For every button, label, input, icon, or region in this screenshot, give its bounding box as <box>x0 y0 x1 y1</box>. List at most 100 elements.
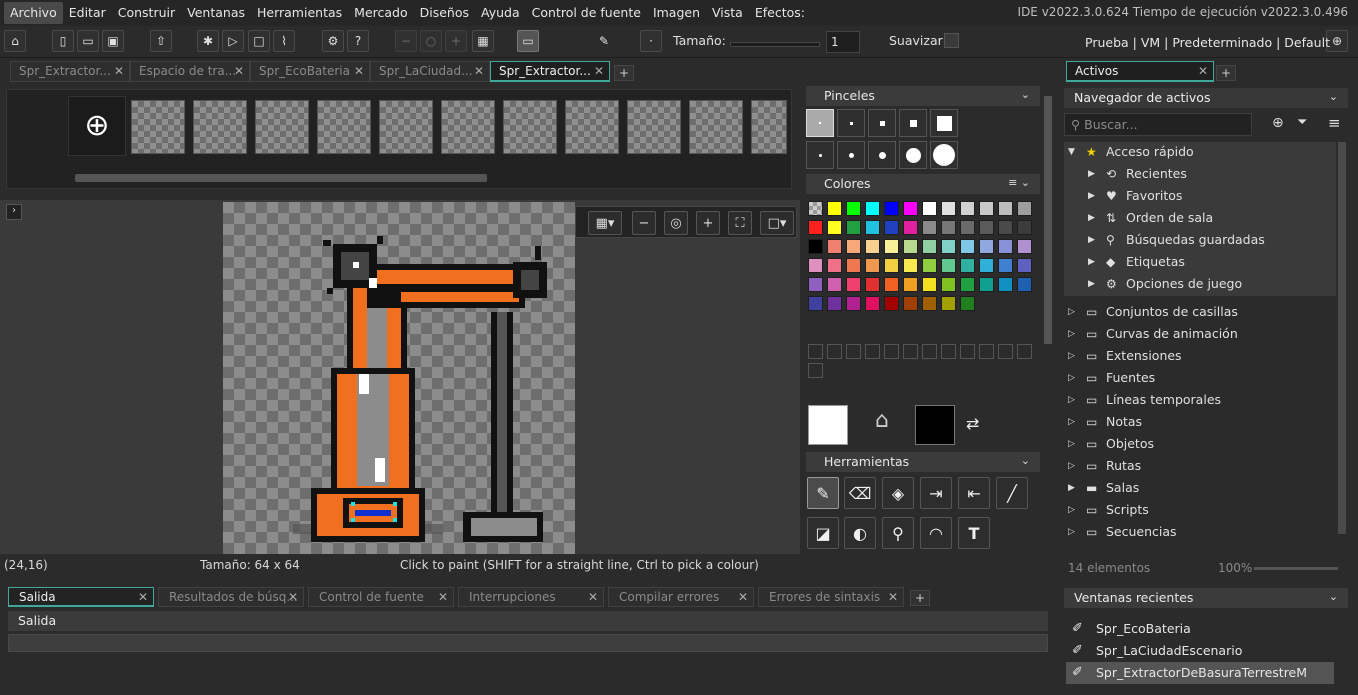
settings-icon[interactable]: ⚙ <box>322 30 344 52</box>
brush-round-1[interactable] <box>806 141 834 169</box>
help-icon[interactable]: ? <box>347 30 369 52</box>
color-swatch[interactable] <box>865 220 880 235</box>
tab-spr-extractor-1[interactable]: Spr_Extractor... ✕ <box>10 61 130 82</box>
strip-scrollbar[interactable] <box>75 174 487 182</box>
color-swatch[interactable] <box>808 239 823 254</box>
add-asset-icon[interactable]: ⊕ <box>1272 115 1284 131</box>
color-swatch[interactable] <box>979 220 994 235</box>
tab-spr-ecobateria[interactable]: Spr_EcoBateria ✕ <box>250 61 370 82</box>
color-swatch[interactable] <box>1017 201 1032 216</box>
tree-folder[interactable]: ▷ ▭ Scripts <box>1064 500 1336 522</box>
close-icon[interactable]: ✕ <box>114 64 124 78</box>
zoom-out-icon[interactable]: − <box>632 211 656 235</box>
tab-activos[interactable]: Activos ✕ <box>1066 61 1214 82</box>
color-swatch[interactable] <box>884 296 899 311</box>
custom-color-slot[interactable] <box>865 344 880 359</box>
target-config[interactable]: Prueba | VM | Predeterminado | Default <box>1085 35 1330 50</box>
select-copy-icon[interactable]: ⇥ <box>920 477 952 509</box>
color-swatch[interactable] <box>1017 258 1032 273</box>
tab-spr-extractor-active[interactable]: Spr_Extractor... ✕ <box>490 61 610 82</box>
tab-errores-sintaxis[interactable]: Errores de sintaxis ✕ <box>758 587 904 607</box>
color-swatch[interactable] <box>922 296 937 311</box>
close-icon[interactable]: ✕ <box>888 590 898 604</box>
menu-control-fuente[interactable]: Control de fuente <box>526 2 647 24</box>
menu-ayuda[interactable]: Ayuda <box>475 2 526 24</box>
close-icon[interactable]: ✕ <box>1198 64 1208 78</box>
color-swatch[interactable] <box>865 277 880 292</box>
frame-thumb[interactable] <box>131 100 185 154</box>
color-swatch[interactable] <box>979 201 994 216</box>
tree-folder[interactable]: ▷ ▭ Notas <box>1064 412 1336 434</box>
color-swatch[interactable] <box>979 258 994 273</box>
brush-1px[interactable] <box>806 109 834 137</box>
brush-size-icon[interactable]: · <box>640 30 662 52</box>
color-swatch[interactable] <box>808 296 823 311</box>
color-swatch[interactable] <box>808 220 823 235</box>
smooth-checkbox[interactable] <box>944 33 959 48</box>
fullscreen-icon[interactable]: ⛶ <box>728 211 752 235</box>
close-icon[interactable]: ✕ <box>438 590 448 604</box>
background-toggle-icon[interactable]: □▾ <box>760 211 794 235</box>
tree-folder[interactable]: ▷ ▭ Conjuntos de casillas <box>1064 302 1336 324</box>
color-swatch[interactable] <box>998 239 1013 254</box>
tree-folder[interactable]: ▶ ▬ Salas <box>1064 478 1336 500</box>
color-swatch[interactable] <box>903 296 918 311</box>
tab-spr-laciudad[interactable]: Spr_LaCiudad... ✕ <box>370 61 490 82</box>
color-swatch[interactable] <box>960 201 975 216</box>
color-swatch[interactable] <box>1017 277 1032 292</box>
color-swatch[interactable] <box>846 258 861 273</box>
color-swatch[interactable] <box>846 239 861 254</box>
color-swatch[interactable] <box>1017 220 1032 235</box>
color-swatch[interactable] <box>979 239 994 254</box>
color-swatch[interactable] <box>846 296 861 311</box>
brush-round-2[interactable] <box>837 141 865 169</box>
color-swatch[interactable] <box>903 239 918 254</box>
custom-color-slot[interactable] <box>884 344 899 359</box>
color-swatch[interactable] <box>960 277 975 292</box>
pencil-tool-icon[interactable]: ✎ <box>807 477 839 509</box>
pencil-icon[interactable]: ✎ <box>593 30 615 52</box>
color-swatch[interactable] <box>827 277 842 292</box>
grid-toggle-icon[interactable]: ▦▾ <box>588 211 622 235</box>
tab-resultados[interactable]: Resultados de búsq... ✕ <box>158 587 304 607</box>
chevron-down-icon[interactable]: ⌄ <box>1329 590 1338 603</box>
color-swatch[interactable] <box>960 220 975 235</box>
run-icon[interactable]: ▷ <box>222 30 244 52</box>
color-swatch[interactable] <box>903 258 918 273</box>
new-file-icon[interactable]: ▯ <box>52 30 74 52</box>
recent-window-item[interactable]: ✐ Spr_EcoBateria <box>1066 618 1334 640</box>
colors-header[interactable]: Colores ≡ ⌄ <box>806 174 1040 194</box>
custom-color-slot[interactable] <box>808 363 823 378</box>
clean-icon[interactable]: ⌇ <box>273 30 295 52</box>
eraser-tool-icon[interactable]: ⌫ <box>844 477 876 509</box>
add-frame-button[interactable]: ⊕ <box>68 96 126 156</box>
color-swatch[interactable] <box>827 239 842 254</box>
menu-imagen[interactable]: Imagen <box>647 2 706 24</box>
frame-thumb[interactable] <box>441 100 495 154</box>
menu-construir[interactable]: Construir <box>112 2 181 24</box>
tree-etiquetas[interactable]: ▶ ◆ Etiquetas <box>1064 252 1336 274</box>
select-move-icon[interactable]: ⇤ <box>958 477 990 509</box>
grid-icon[interactable]: ▦ <box>472 30 494 52</box>
secondary-color-swatch[interactable] <box>915 405 955 445</box>
frame-thumb[interactable] <box>565 100 619 154</box>
tab-interrupciones[interactable]: Interrupciones ✕ <box>458 587 604 607</box>
tab-salida[interactable]: Salida ✕ <box>8 587 154 607</box>
brush-5px[interactable] <box>930 109 958 137</box>
zoom-in-icon[interactable]: + <box>445 30 467 52</box>
close-icon[interactable]: ✕ <box>594 64 604 78</box>
expand-icon[interactable]: › <box>6 204 22 220</box>
tree-folder[interactable]: ▷ ▭ Objetos <box>1064 434 1336 456</box>
menu-efectos[interactable]: Efectos: <box>749 2 811 24</box>
color-swatch[interactable] <box>941 239 956 254</box>
menu-mercado[interactable]: Mercado <box>348 2 413 24</box>
color-swatch[interactable] <box>922 220 937 235</box>
color-swatch[interactable] <box>808 258 823 273</box>
brushes-header[interactable]: Pinceles ⌄ <box>806 86 1040 106</box>
color-swatch[interactable] <box>922 239 937 254</box>
close-icon[interactable]: ✕ <box>288 590 298 604</box>
color-swatch[interactable] <box>827 296 842 311</box>
color-swatch[interactable] <box>941 296 956 311</box>
recent-windows-header[interactable]: Ventanas recientes ⌄ <box>1064 588 1348 608</box>
color-swatch[interactable] <box>903 277 918 292</box>
